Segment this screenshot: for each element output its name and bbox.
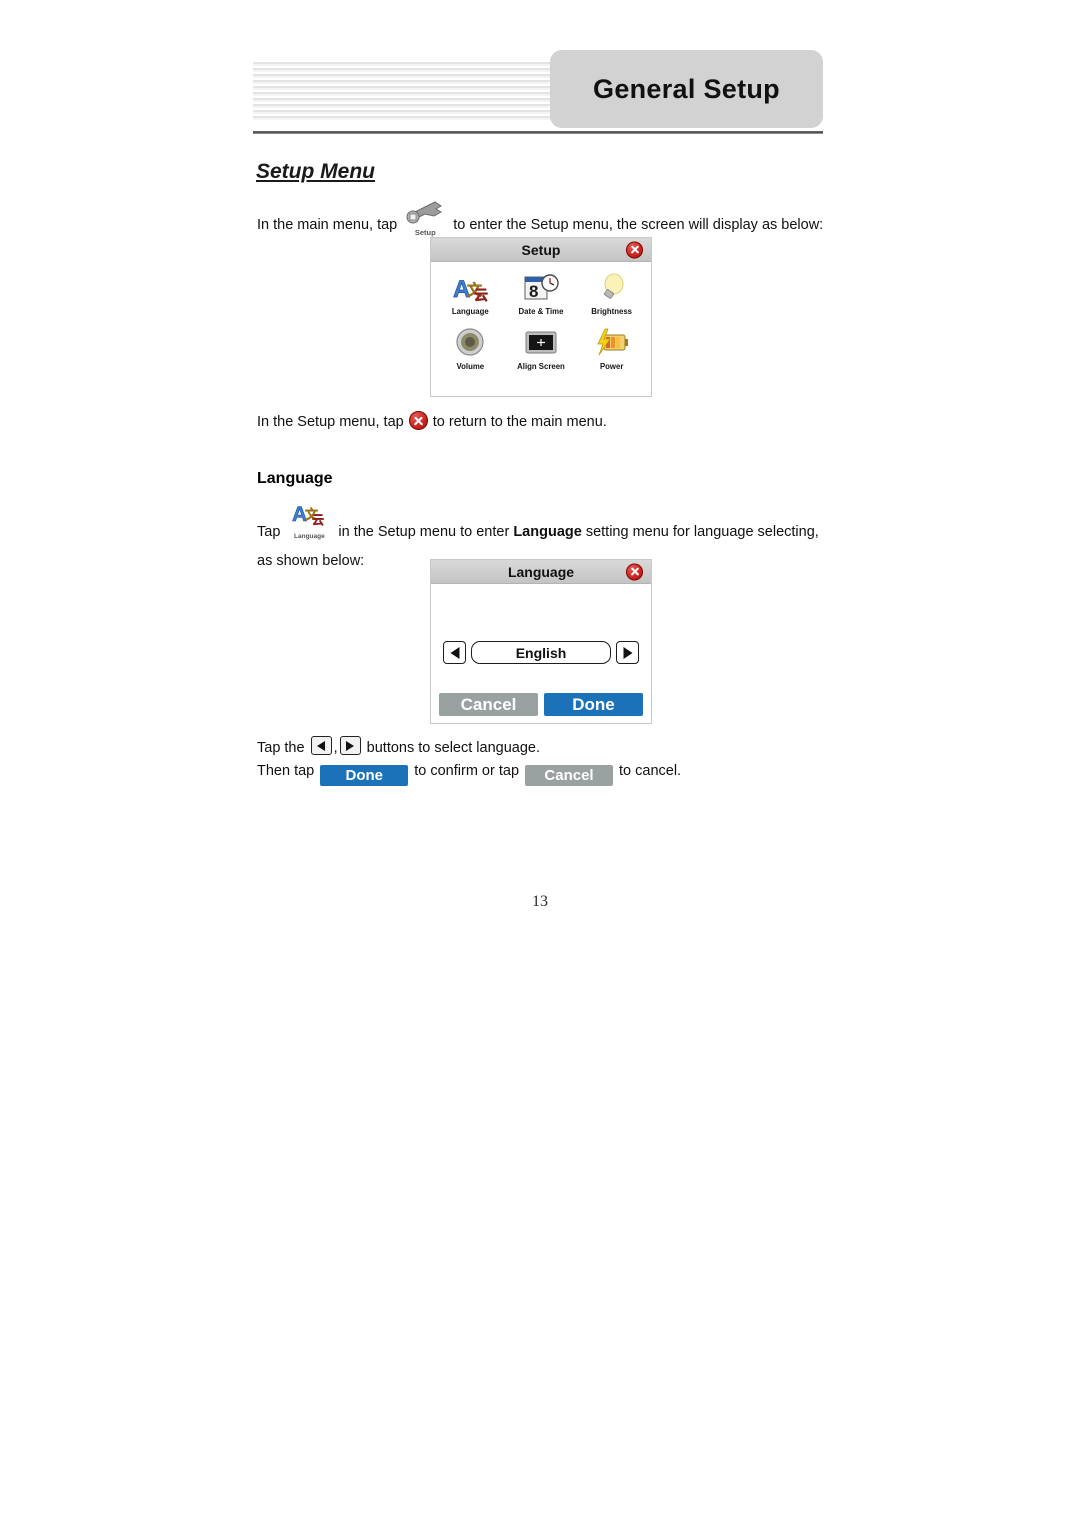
- svg-text:云: 云: [312, 513, 324, 526]
- language-dialog-actions: Cancel Done: [439, 693, 643, 716]
- page-title: General Setup: [593, 73, 780, 104]
- return-text-after: to return to the main menu.: [432, 414, 607, 430]
- cancel-button[interactable]: Cancel: [439, 693, 538, 716]
- language-dialog-body: English Cancel Done: [431, 584, 651, 723]
- setup-item-volume[interactable]: Volume: [435, 326, 506, 381]
- language-dialog-title: Language: [507, 563, 575, 580]
- language-icon-label: Language: [294, 533, 325, 540]
- thentap-before: Then tap: [257, 763, 315, 779]
- triangle-right-icon[interactable]: [616, 641, 639, 664]
- align-screen-icon: [523, 326, 559, 359]
- subsection-heading-language: Language: [257, 470, 333, 487]
- paragraph-return-to-main: In the Setup menu, tap to return to the m…: [257, 411, 777, 433]
- header-stripe-decoration: [253, 60, 573, 122]
- language-abc-icon: A 文 云 Language: [283, 503, 335, 550]
- triangle-left-icon[interactable]: [443, 641, 466, 664]
- lang-tap-mid: in the Setup menu to enter: [338, 523, 510, 540]
- calendar-clock-icon: 8: [523, 271, 559, 304]
- tapbtns-before: Tap the: [257, 740, 305, 756]
- page-header: General Setup: [253, 48, 823, 138]
- setup-item-power[interactable]: Power: [576, 326, 647, 381]
- setup-item-date-time[interactable]: 8 Date & Time: [506, 271, 577, 326]
- header-title-badge: General Setup: [550, 50, 823, 128]
- done-button[interactable]: Done: [544, 693, 643, 716]
- setup-item-label: Brightness: [591, 307, 633, 316]
- setup-item-label: Power: [599, 361, 624, 371]
- return-text-before: In the Setup menu, tap: [257, 414, 404, 430]
- thentap-after: to cancel.: [619, 763, 682, 779]
- setup-item-label: Align Screen: [517, 361, 565, 371]
- language-dialog-titlebar: Language: [431, 560, 651, 584]
- paragraph-tap-arrow-buttons: Tap the , buttons to select language.: [257, 736, 777, 759]
- close-x-icon: [408, 411, 428, 430]
- language-value-field[interactable]: English: [471, 641, 611, 664]
- lang-tap-bold: Language: [513, 523, 582, 540]
- intro-text-after: to enter the Setup menu, the screen will…: [453, 217, 824, 233]
- svg-text:8: 8: [529, 282, 538, 301]
- language-glyphs-icon: A 文 云: [292, 503, 325, 526]
- section-heading-setup-menu: Setup Menu: [256, 160, 375, 183]
- svg-text:云: 云: [474, 287, 488, 303]
- setup-menu-screenshot: Setup A 文 云 Language 8 Date & Time Brigh…: [430, 237, 652, 397]
- triangle-right-icon: [339, 736, 361, 755]
- battery-bolt-icon: [594, 326, 630, 359]
- close-x-icon[interactable]: [626, 241, 643, 258]
- setup-item-label: Volume: [456, 361, 485, 371]
- intro-text-before: In the main menu, tap: [257, 217, 398, 233]
- done-button-inline: Done: [320, 765, 409, 786]
- lang-tap-before: Tap: [257, 523, 281, 540]
- setup-icon-grid: A 文 云 Language 8 Date & Time Brightness …: [431, 262, 651, 384]
- setup-item-language[interactable]: A 文 云 Language: [435, 271, 506, 326]
- close-x-icon[interactable]: [626, 563, 643, 580]
- setup-dialog-title: Setup: [521, 241, 561, 258]
- cancel-button-inline: Cancel: [525, 765, 614, 786]
- triangle-left-icon: [310, 736, 332, 755]
- page-number: 13: [532, 893, 548, 910]
- setup-item-brightness[interactable]: Brightness: [576, 271, 647, 326]
- language-dialog-screenshot: Language English Cancel Done: [430, 559, 652, 724]
- language-abc-icon: A 文 云: [452, 271, 488, 304]
- thentap-mid: to confirm or tap: [414, 763, 520, 779]
- tapbtns-after: buttons to select language.: [366, 740, 540, 756]
- tapbtns-comma: ,: [333, 740, 338, 756]
- setup-item-align-screen[interactable]: Align Screen: [506, 326, 577, 381]
- header-divider: [253, 131, 823, 134]
- setup-dialog-titlebar: Setup: [431, 238, 651, 262]
- document-page: General Setup Setup Menu In the main men…: [0, 0, 1080, 1527]
- lightbulb-icon: [594, 271, 630, 304]
- setup-item-label: Language: [451, 307, 489, 316]
- paragraph-then-tap: Then tap Done to confirm or tap Cancel to ca…: [257, 760, 777, 786]
- language-selector: English: [443, 641, 639, 664]
- speaker-icon: [452, 326, 488, 359]
- setup-item-label: Date & Time: [518, 307, 564, 316]
